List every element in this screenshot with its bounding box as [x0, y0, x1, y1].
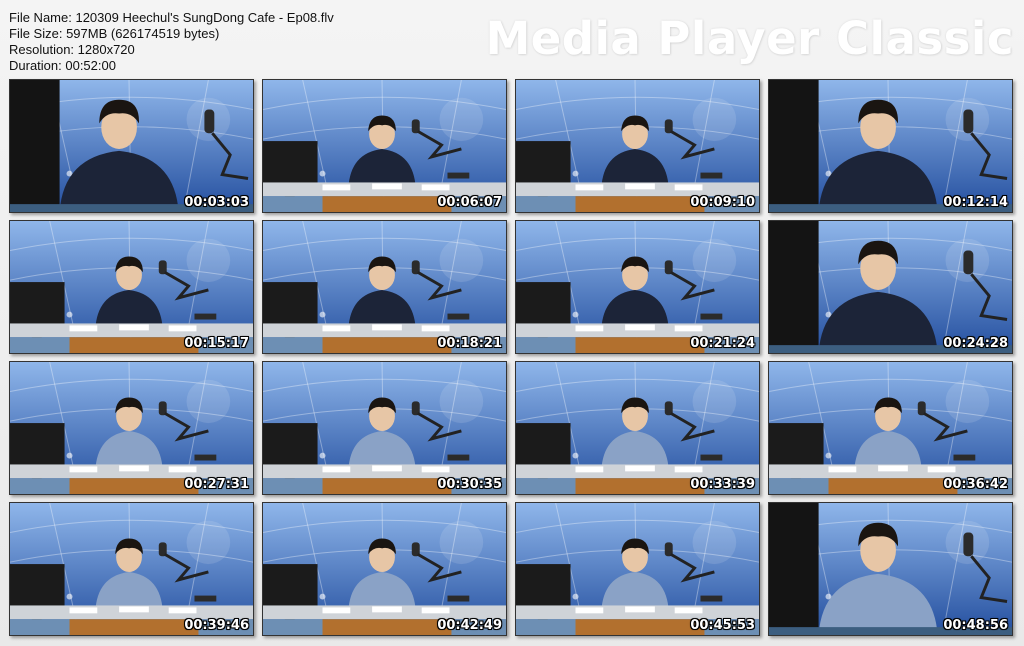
video-thumbnail: 00:27:31 — [9, 361, 254, 495]
timestamp-label: 00:27:31 — [184, 477, 249, 492]
video-thumbnail: 00:33:39 — [515, 361, 760, 495]
timestamp-label: 00:45:53 — [690, 618, 755, 633]
video-thumbnail: 00:24:28 — [768, 220, 1013, 354]
video-thumbnail: 00:15:17 — [9, 220, 254, 354]
video-thumbnail: 00:18:21 — [262, 220, 507, 354]
video-frame-image — [10, 362, 253, 494]
resolution-text: Resolution: 1280x720 — [9, 42, 135, 57]
timestamp-label: 00:12:14 — [943, 195, 1008, 210]
video-frame-image — [10, 80, 253, 212]
video-frame-image — [516, 362, 759, 494]
thumbnail-grid: 00:03:03 00:06:07 00:09:10 00:12:14 00:1… — [9, 79, 1013, 636]
video-frame-image — [516, 221, 759, 353]
video-thumbnail: 00:12:14 — [768, 79, 1013, 213]
video-thumbnail: 00:06:07 — [262, 79, 507, 213]
timestamp-label: 00:42:49 — [437, 618, 502, 633]
video-thumbnail: 00:09:10 — [515, 79, 760, 213]
video-frame-image — [263, 80, 506, 212]
video-frame-image — [769, 362, 1012, 494]
video-frame-image — [769, 80, 1012, 212]
timestamp-label: 00:39:46 — [184, 618, 249, 633]
video-thumbnail: 00:30:35 — [262, 361, 507, 495]
timestamp-label: 00:09:10 — [690, 195, 755, 210]
video-thumbnail: 00:39:46 — [9, 502, 254, 636]
file-info: File Name: 120309 Heechul's SungDong Caf… — [9, 10, 334, 74]
file-size-text: File Size: 597MB (626174519 bytes) — [9, 26, 220, 41]
duration-text: Duration: 00:52:00 — [9, 58, 116, 73]
timestamp-label: 00:06:07 — [437, 195, 502, 210]
video-frame-image — [769, 503, 1012, 635]
timestamp-label: 00:18:21 — [437, 336, 502, 351]
video-thumbnail: 00:21:24 — [515, 220, 760, 354]
timestamp-label: 00:30:35 — [437, 477, 502, 492]
timestamp-label: 00:36:42 — [943, 477, 1008, 492]
video-frame-image — [263, 221, 506, 353]
media-player-classic-watermark: Media Player Classic — [485, 12, 1014, 65]
video-frame-image — [263, 503, 506, 635]
timestamp-label: 00:24:28 — [943, 336, 1008, 351]
video-thumbnail: 00:48:56 — [768, 502, 1013, 636]
video-frame-image — [516, 80, 759, 212]
file-name-text: File Name: 120309 Heechul's SungDong Caf… — [9, 10, 334, 25]
video-frame-image — [10, 221, 253, 353]
video-frame-image — [516, 503, 759, 635]
video-thumbnail: 00:42:49 — [262, 502, 507, 636]
video-thumbnail: 00:03:03 — [9, 79, 254, 213]
video-frame-image — [769, 221, 1012, 353]
timestamp-label: 00:15:17 — [184, 336, 249, 351]
timestamp-label: 00:33:39 — [690, 477, 755, 492]
timestamp-label: 00:48:56 — [943, 618, 1008, 633]
video-frame-image — [263, 362, 506, 494]
video-thumbnail: 00:45:53 — [515, 502, 760, 636]
video-frame-image — [10, 503, 253, 635]
video-thumbnail: 00:36:42 — [768, 361, 1013, 495]
timestamp-label: 00:21:24 — [690, 336, 755, 351]
timestamp-label: 00:03:03 — [184, 195, 249, 210]
